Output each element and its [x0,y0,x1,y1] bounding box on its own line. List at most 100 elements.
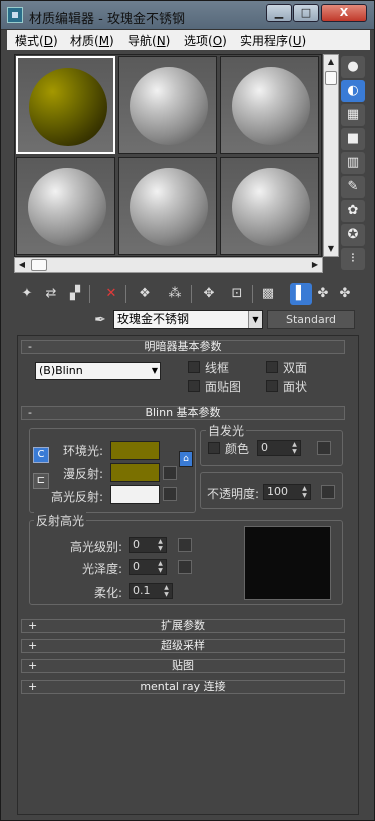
checker-background-icon[interactable]: ▦ [341,104,365,126]
toolbar-divider [252,285,253,303]
close-button[interactable]: X [321,4,367,22]
wire-label: 线框 [205,361,230,375]
menu-material-key: M [98,34,110,48]
self-illum-map-button[interactable] [317,441,331,455]
specular-level-map-button[interactable] [178,538,192,552]
scroll-right-icon[interactable]: ▶ [308,258,322,272]
face-map-checkbox[interactable] [188,380,200,392]
menu-utilities[interactable]: 实用程序(U) [240,32,306,49]
opacity-value: 100 [267,485,288,498]
shader-basic-rollout[interactable]: - 明暗器基本参数 [21,340,345,354]
self-illum-color-checkbox[interactable] [208,442,220,454]
diffuse-map-button[interactable] [163,466,177,480]
spinner-arrows-icon[interactable]: ▲ ▼ [156,538,165,552]
menu-navigation[interactable]: 导航(N) [128,32,170,49]
sample-horizontal-scrollbar[interactable]: ◀ ▶ [14,257,323,273]
maps-rollout[interactable]: + 贴图 [21,659,345,673]
make-preview-icon[interactable]: ✎ [341,176,365,198]
sample-slot-5[interactable] [118,157,217,255]
scroll-up-icon[interactable]: ▲ [324,55,338,69]
put-to-scene-icon[interactable]: ⇄ [40,283,62,305]
go-forward-sibling-icon[interactable]: ✤ [334,283,356,305]
video-color-check-icon[interactable]: ▥ [341,152,365,174]
spinner-arrows-icon[interactable]: ▲ ▼ [162,584,171,598]
shader-type-value: (B)Blinn [39,364,83,377]
scroll-left-icon[interactable]: ◀ [15,258,29,272]
opacity-map-button[interactable] [321,485,335,499]
specular-map-button[interactable] [163,487,177,501]
glossiness-map-button[interactable] [178,560,192,574]
copy-material-icon[interactable]: ❖ [134,283,156,305]
chevron-down-icon[interactable]: ▼ [248,311,262,328]
opacity-spinner[interactable]: 100 ▲ ▼ [263,484,311,500]
effects-channel-icon[interactable]: ⊡ [226,283,248,305]
go-to-parent-icon[interactable]: ✤ [312,283,334,305]
title-bar[interactable]: 材质编辑器 - 玫瑰金不锈钢 ▁ □ X [1,1,374,30]
sample-sphere [130,67,208,145]
soften-spinner[interactable]: 0.1 ▲ ▼ [129,583,173,599]
material-name-row: ✒ 玫瑰金不锈钢 ▼ Standard [1,310,375,330]
make-unique-icon[interactable]: ⁂ [164,283,186,305]
sample-slot-1[interactable] [16,56,115,154]
self-illum-spinner[interactable]: 0 ▲ ▼ [257,440,301,456]
spinner-arrows-icon[interactable]: ▲ ▼ [156,560,165,574]
sample-vertical-scrollbar[interactable]: ▲ ▼ [323,54,339,257]
specular-color-swatch[interactable] [110,485,160,504]
menu-options[interactable]: 选项(O) [184,32,227,49]
blinn-basic-rollout[interactable]: - Blinn 基本参数 [21,406,345,420]
menu-navigation-label: 导航( [128,34,157,48]
options-icon[interactable]: ✿ [341,200,365,222]
toolbar-divider [89,285,90,303]
sample-slot-3[interactable] [220,56,319,154]
diffuse-color-swatch[interactable] [110,463,160,482]
rollout-title: Blinn 基本参数 [145,406,221,419]
ambient-color-swatch[interactable] [110,441,160,460]
show-in-viewport-icon[interactable]: ▩ [257,283,279,305]
sample-type-sphere-icon[interactable]: ● [341,56,365,78]
minimize-button[interactable]: ▁ [266,4,292,22]
mental-ray-connection-rollout[interactable]: + mental ray 连接 [21,680,345,694]
material-navigator-icon[interactable]: ⁝ [341,248,365,270]
shader-type-select[interactable]: (B)Blinn ▼ [35,362,161,380]
specular-label: 高光反射: [50,490,103,504]
extended-parameters-rollout[interactable]: + 扩展参数 [21,619,345,633]
sample-uv-tiling-icon[interactable]: ■ [341,128,365,150]
menu-mode-suffix: ) [52,34,58,48]
sample-sphere [29,68,107,146]
material-name-field[interactable]: 玫瑰金不锈钢 ▼ [113,310,263,329]
reset-icon[interactable]: ✕ [100,283,122,305]
sample-slot-2[interactable] [118,56,217,154]
faceted-checkbox[interactable] [266,380,278,392]
menu-material[interactable]: 材质(M) [70,32,114,49]
show-end-result-icon[interactable]: ▌ [290,283,312,305]
specular-level-spinner[interactable]: 0 ▲ ▼ [129,537,167,553]
scroll-thumb[interactable] [31,259,47,271]
two-sided-checkbox[interactable] [266,361,278,373]
sample-slots [14,54,322,257]
assign-to-selection-icon[interactable]: ▞ [64,283,86,305]
lock-ambient-diffuse-icon[interactable]: C [33,447,49,463]
menu-material-suffix: ) [109,34,114,48]
backlight-icon[interactable]: ◐ [341,80,365,102]
eyedropper-icon[interactable]: ✒ [90,310,110,330]
wire-checkbox[interactable] [188,361,200,373]
scroll-down-icon[interactable]: ▼ [324,242,338,256]
sample-slot-4[interactable] [16,157,115,255]
scroll-thumb[interactable] [325,71,337,85]
lock-icon[interactable]: ⌂ [179,451,193,467]
material-toolbar: ✦ ⇄ ▞ ✕ ❖ ⁂ ✥ ⊡ ▩ ▌ ✤ ✤ [14,281,364,307]
select-by-material-icon[interactable]: ✪ [341,224,365,246]
menu-mode[interactable]: 模式(D) [15,32,58,49]
get-material-icon[interactable]: ✦ [16,283,38,305]
put-to-library-icon[interactable]: ✥ [198,283,220,305]
sample-slot-6[interactable] [220,157,319,255]
maximize-button[interactable]: □ [293,4,319,22]
material-type-button[interactable]: Standard [267,310,355,329]
sample-sphere [232,168,310,246]
supersampling-rollout[interactable]: + 超级采样 [21,639,345,653]
rollout-title: 扩展参数 [161,619,205,632]
lock-diffuse-specular-icon[interactable]: ⊏ [33,473,49,489]
spinner-arrows-icon[interactable]: ▲ ▼ [300,485,309,499]
glossiness-spinner[interactable]: 0 ▲ ▼ [129,559,167,575]
spinner-arrows-icon[interactable]: ▲ ▼ [290,441,299,455]
